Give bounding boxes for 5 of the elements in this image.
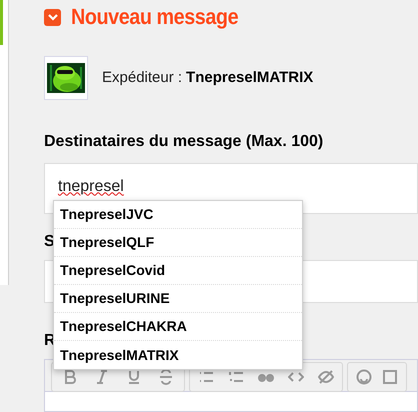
sender-label: Expéditeur : (102, 68, 182, 88)
recipients-label: Destinataires du message (Max. 100) (44, 132, 324, 152)
sender-name: TnepreselMATRIX (186, 68, 314, 88)
page-title: Nouveau message (71, 6, 238, 28)
recipients-value: tnepresel (58, 176, 124, 196)
